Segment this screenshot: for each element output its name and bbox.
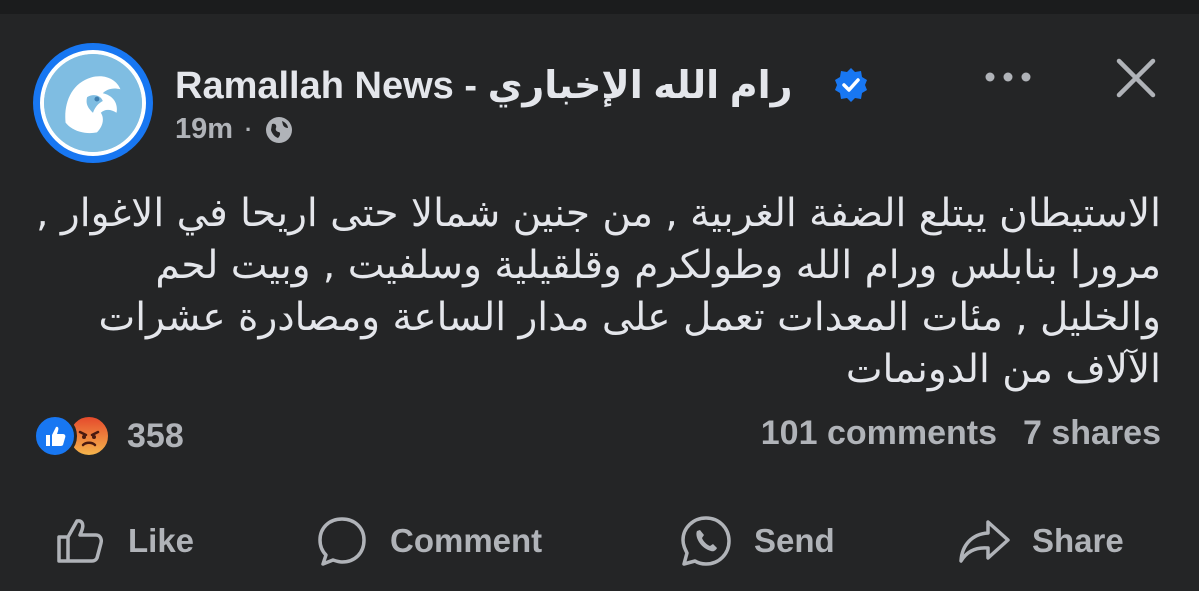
post-time[interactable]: 19m <box>175 113 233 146</box>
verified-badge-icon <box>835 68 867 102</box>
post-text: الاستيطان يبتلع الضفة الغربية , من جنين … <box>36 191 1161 392</box>
lion-logo-icon <box>40 50 146 156</box>
share-label: Share <box>1032 522 1124 559</box>
post-meta: 19m · <box>175 113 294 146</box>
meta-separator: · <box>245 116 253 142</box>
reactions-summary[interactable]: 358 <box>33 414 184 458</box>
comment-button[interactable]: Comment <box>314 506 542 576</box>
top-bar <box>0 0 1199 14</box>
globe-icon <box>266 116 293 143</box>
reaction-count: 358 <box>127 416 184 455</box>
page-name[interactable]: Ramallah News - رام الله الإخباري <box>175 60 792 110</box>
like-label: Like <box>128 522 195 559</box>
post-stats: 101 comments 7 shares <box>761 414 1161 453</box>
comment-label: Comment <box>390 522 543 559</box>
close-icon[interactable] <box>1114 56 1158 100</box>
shares-count[interactable]: 7 shares <box>1023 414 1161 453</box>
like-reaction-icon <box>33 414 77 458</box>
avatar[interactable] <box>33 43 153 163</box>
like-button[interactable]: Like <box>52 506 194 576</box>
send-button[interactable]: Send <box>678 506 835 576</box>
more-options-icon[interactable] <box>982 62 1034 92</box>
share-button[interactable]: Share <box>956 506 1124 576</box>
action-bar: Like Comment Send Share <box>0 506 1199 576</box>
share-icon <box>959 520 1010 563</box>
thumbs-up-icon <box>57 519 103 563</box>
send-label: Send <box>754 522 835 559</box>
comment-icon <box>318 517 366 566</box>
whatsapp-icon <box>681 516 731 566</box>
comments-count[interactable]: 101 comments <box>761 414 997 453</box>
